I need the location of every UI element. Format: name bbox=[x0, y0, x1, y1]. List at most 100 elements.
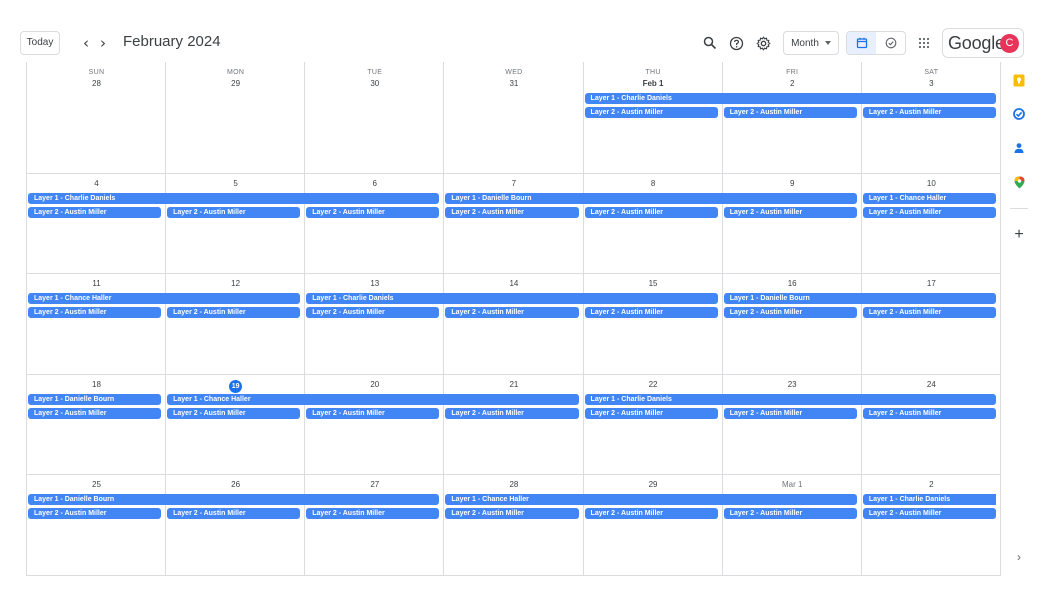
calendar-event[interactable]: Layer 2 - Austin Miller bbox=[584, 307, 718, 318]
day-number[interactable]: 5 bbox=[166, 179, 305, 188]
add-addon-button[interactable]: + bbox=[1012, 227, 1026, 243]
calendar-event[interactable]: Layer 1 - Charlie Daniels bbox=[862, 494, 996, 505]
calendar-event[interactable]: Layer 2 - Austin Miller bbox=[167, 307, 301, 318]
calendar-event[interactable]: Layer 2 - Austin Miller bbox=[862, 207, 996, 218]
day-cell[interactable] bbox=[166, 174, 306, 274]
calendar-event[interactable]: Layer 2 - Austin Miller bbox=[306, 207, 440, 218]
search-icon[interactable] bbox=[699, 32, 721, 54]
day-cell[interactable] bbox=[722, 274, 862, 375]
day-number[interactable]: 24 bbox=[862, 380, 1001, 389]
calendar-event[interactable]: Layer 1 - Charlie Daniels bbox=[584, 93, 996, 104]
calendar-event[interactable]: Layer 2 - Austin Miller bbox=[723, 508, 857, 519]
day-number[interactable]: 28 bbox=[27, 79, 166, 88]
calendar-event[interactable]: Layer 2 - Austin Miller bbox=[28, 207, 162, 218]
day-cell[interactable] bbox=[305, 174, 445, 274]
contacts-icon[interactable] bbox=[1012, 141, 1026, 155]
day-number[interactable]: 31 bbox=[444, 79, 583, 88]
day-number[interactable]: 22 bbox=[584, 380, 723, 389]
day-number[interactable]: 3 bbox=[862, 79, 1001, 88]
calendar-event[interactable]: Layer 2 - Austin Miller bbox=[723, 408, 857, 419]
day-number[interactable]: 8 bbox=[584, 179, 723, 188]
view-select[interactable]: Month bbox=[783, 31, 839, 55]
apps-grid-icon[interactable] bbox=[913, 32, 935, 54]
day-cell[interactable] bbox=[305, 475, 445, 576]
day-number[interactable]: 20 bbox=[305, 380, 444, 389]
day-cell[interactable] bbox=[583, 375, 723, 475]
settings-icon[interactable] bbox=[752, 32, 774, 54]
calendar-event[interactable]: Layer 1 - Danielle Bourn bbox=[723, 293, 996, 304]
day-number[interactable]: 18 bbox=[27, 380, 166, 389]
calendar-event[interactable]: Layer 2 - Austin Miller bbox=[584, 408, 718, 419]
calendar-view-button[interactable] bbox=[847, 32, 876, 54]
day-cell[interactable] bbox=[166, 274, 306, 375]
calendar-event[interactable]: Layer 2 - Austin Miller bbox=[862, 508, 996, 519]
day-number[interactable]: Feb 1 bbox=[584, 79, 723, 88]
help-icon[interactable] bbox=[725, 32, 747, 54]
day-cell[interactable] bbox=[444, 375, 584, 475]
calendar-event[interactable]: Layer 2 - Austin Miller bbox=[862, 307, 996, 318]
day-number[interactable]: 2 bbox=[862, 480, 1001, 489]
day-number[interactable]: 2 bbox=[723, 79, 862, 88]
day-cell[interactable] bbox=[861, 274, 1001, 375]
day-cell[interactable] bbox=[722, 375, 862, 475]
day-number[interactable]: 30 bbox=[305, 79, 444, 88]
calendar-event[interactable]: Layer 2 - Austin Miller bbox=[723, 307, 857, 318]
day-number[interactable]: 23 bbox=[723, 380, 862, 389]
calendar-event[interactable]: Layer 2 - Austin Miller bbox=[862, 107, 996, 118]
calendar-event[interactable]: Layer 1 - Chance Haller bbox=[862, 193, 996, 204]
calendar-event[interactable]: Layer 1 - Charlie Daniels bbox=[584, 394, 996, 405]
calendar-event[interactable]: Layer 2 - Austin Miller bbox=[723, 107, 857, 118]
calendar-event[interactable]: Layer 2 - Austin Miller bbox=[28, 408, 162, 419]
day-number[interactable]: 7 bbox=[444, 179, 583, 188]
calendar-event[interactable]: Layer 2 - Austin Miller bbox=[306, 408, 440, 419]
day-cell[interactable] bbox=[27, 475, 167, 576]
account-switcher[interactable]: Google C bbox=[942, 28, 1024, 58]
calendar-event[interactable]: Layer 2 - Austin Miller bbox=[28, 508, 162, 519]
keep-icon[interactable] bbox=[1012, 73, 1026, 87]
calendar-event[interactable]: Layer 1 - Chance Haller bbox=[445, 494, 857, 505]
calendar-event[interactable]: Layer 1 - Charlie Daniels bbox=[306, 293, 718, 304]
day-cell[interactable] bbox=[583, 274, 723, 375]
expand-side-panel-button[interactable]: › bbox=[1012, 550, 1026, 564]
day-number[interactable]: 11 bbox=[27, 279, 166, 288]
day-number[interactable]: 25 bbox=[27, 480, 166, 489]
day-number[interactable]: 16 bbox=[723, 279, 862, 288]
avatar[interactable]: C bbox=[1000, 34, 1019, 53]
calendar-event[interactable]: Layer 2 - Austin Miller bbox=[167, 508, 301, 519]
day-cell[interactable] bbox=[27, 375, 167, 475]
day-cell[interactable] bbox=[27, 174, 167, 274]
calendar-event[interactable]: Layer 1 - Danielle Bourn bbox=[445, 193, 857, 204]
day-number[interactable]: 15 bbox=[584, 279, 723, 288]
calendar-event[interactable]: Layer 2 - Austin Miller bbox=[445, 307, 579, 318]
day-number[interactable]: 13 bbox=[305, 279, 444, 288]
calendar-event[interactable]: Layer 2 - Austin Miller bbox=[306, 307, 440, 318]
day-number[interactable]: 9 bbox=[723, 179, 862, 188]
day-cell[interactable] bbox=[305, 274, 445, 375]
calendar-event[interactable]: Layer 2 - Austin Miller bbox=[306, 508, 440, 519]
tasks-view-button[interactable] bbox=[876, 32, 905, 54]
day-cell[interactable] bbox=[583, 174, 723, 274]
today-button[interactable]: Today bbox=[20, 31, 60, 55]
day-number[interactable]: 12 bbox=[166, 279, 305, 288]
day-cell[interactable] bbox=[27, 274, 167, 375]
day-number[interactable]: 17 bbox=[862, 279, 1001, 288]
maps-icon[interactable] bbox=[1012, 175, 1026, 189]
day-number[interactable]: 14 bbox=[444, 279, 583, 288]
day-number[interactable]: 19 bbox=[166, 380, 305, 393]
day-number[interactable]: 29 bbox=[584, 480, 723, 489]
day-cell[interactable] bbox=[583, 475, 723, 576]
calendar-event[interactable]: Layer 1 - Chance Haller bbox=[28, 293, 301, 304]
calendar-event[interactable]: Layer 1 - Danielle Bourn bbox=[28, 494, 440, 505]
tasks-side-icon[interactable] bbox=[1012, 107, 1026, 121]
day-number[interactable]: 28 bbox=[444, 480, 583, 489]
calendar-event[interactable]: Layer 2 - Austin Miller bbox=[584, 107, 718, 118]
day-number[interactable]: 21 bbox=[444, 380, 583, 389]
calendar-event[interactable]: Layer 2 - Austin Miller bbox=[862, 408, 996, 419]
day-number[interactable]: 29 bbox=[166, 79, 305, 88]
day-cell[interactable] bbox=[444, 475, 584, 576]
calendar-event[interactable]: Layer 2 - Austin Miller bbox=[167, 408, 301, 419]
calendar-event[interactable]: Layer 2 - Austin Miller bbox=[584, 508, 718, 519]
calendar-event[interactable]: Layer 2 - Austin Miller bbox=[723, 207, 857, 218]
day-number[interactable]: 6 bbox=[305, 179, 444, 188]
next-month-button[interactable]: › bbox=[93, 32, 113, 54]
